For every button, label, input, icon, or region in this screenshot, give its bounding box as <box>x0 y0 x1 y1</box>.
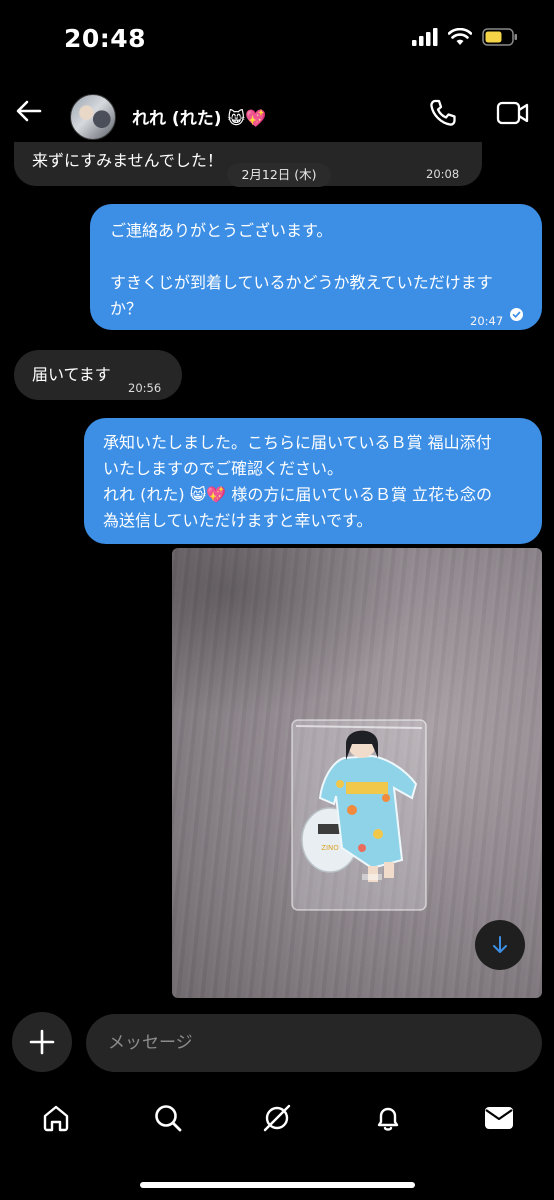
message-text: 承知いたしました。こちらに届いているＢ賞 福山添付 いたしますのでご確認ください… <box>103 430 537 534</box>
status-icons <box>412 28 518 46</box>
tab-home[interactable] <box>34 1100 78 1136</box>
cellular-signal-icon <box>412 28 438 46</box>
wifi-icon <box>448 28 472 45</box>
message-time: 20:47 <box>470 314 504 328</box>
stand-base-text: ZINO <box>321 844 339 852</box>
home-icon <box>43 1105 69 1132</box>
phone-call-icon[interactable] <box>428 98 458 128</box>
back-arrow-icon[interactable] <box>14 96 44 126</box>
scroll-to-bottom-button[interactable] <box>475 920 525 970</box>
tab-search[interactable] <box>146 1100 190 1136</box>
message-line: れれ (れた) 😸💖 様の方に届いているＢ賞 立花も念の <box>103 485 492 504</box>
outgoing-message-bubble[interactable]: 承知いたしました。こちらに届いているＢ賞 福山添付 いたしますのでご確認ください… <box>84 418 542 544</box>
message-line: すきくじが到着しているかどうか教えていただけます <box>110 273 493 292</box>
message-text: ご連絡ありがとうございます。 すきくじが到着しているかどうか教えていただけます … <box>110 218 530 322</box>
message-time: 20:56 <box>128 381 162 395</box>
message-time: 20:08 <box>426 167 460 181</box>
chat-header: れれ (れた) 😸💖 <box>0 82 554 148</box>
video-call-icon[interactable] <box>496 100 530 126</box>
arrow-down-icon <box>493 936 507 953</box>
notifications-bell-icon <box>377 1107 399 1131</box>
explore-icon <box>263 1104 291 1132</box>
incoming-message-bubble[interactable]: 届いてます 20:56 <box>14 350 182 400</box>
messages-icon <box>485 1107 513 1129</box>
message-line <box>110 244 530 270</box>
plus-icon <box>29 1029 55 1055</box>
status-time: 20:48 <box>64 24 147 53</box>
tab-notifications[interactable] <box>366 1100 410 1136</box>
message-line: か？ <box>110 299 143 318</box>
battery-icon <box>482 28 517 46</box>
photo-shadow <box>172 548 412 718</box>
search-icon <box>155 1105 182 1132</box>
tab-messages[interactable] <box>477 1100 521 1136</box>
message-input[interactable] <box>86 1014 542 1072</box>
message-line: ご連絡ありがとうございます。 <box>110 221 333 240</box>
sent-check-icon <box>510 308 523 321</box>
message-line: いたしますのでご確認ください。 <box>103 459 344 478</box>
message-text: 届いてます <box>32 365 111 384</box>
message-text: 来ずにすみませんでした！ <box>32 151 223 170</box>
add-attachment-button[interactable] <box>12 1012 72 1072</box>
tab-explore[interactable] <box>255 1100 299 1136</box>
home-indicator[interactable] <box>140 1182 415 1188</box>
avatar[interactable] <box>70 94 116 140</box>
date-separator: 2月12日 (木) <box>227 163 331 187</box>
message-line: 為送信していただけますと幸いです。 <box>103 511 373 530</box>
contact-name[interactable]: れれ (れた) 😸💖 <box>132 104 266 129</box>
message-line: 承知いたしました。こちらに届いているＢ賞 福山添付 <box>103 433 492 452</box>
outgoing-message-bubble[interactable]: ご連絡ありがとうございます。 すきくじが到着しているかどうか教えていただけます … <box>90 204 542 330</box>
